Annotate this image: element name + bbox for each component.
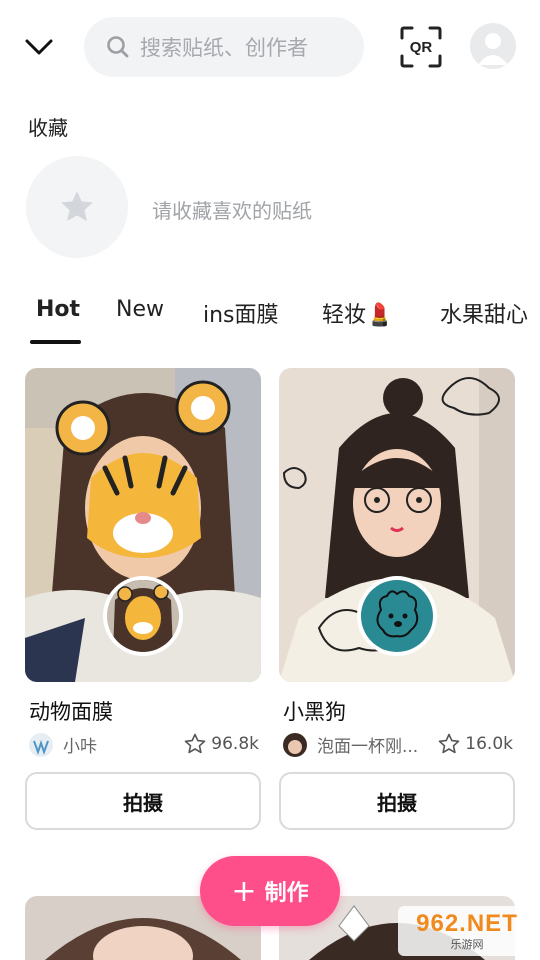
sticker-preview-image[interactable] xyxy=(279,368,515,682)
chevron-down-icon xyxy=(25,39,53,55)
sticker-thumbnail xyxy=(357,576,437,656)
watermark-line2: 乐游网 xyxy=(450,938,484,951)
tab-light-makeup[interactable]: 轻妆💄 xyxy=(322,297,393,329)
tab-fruit-sweet[interactable]: 水果甜心 xyxy=(440,297,528,329)
plus-icon: + xyxy=(231,873,257,909)
author-name: 泡面一杯刚... xyxy=(317,737,419,757)
star-outline-icon xyxy=(184,733,206,754)
default-user-icon xyxy=(478,33,508,65)
tab-hot[interactable]: Hot xyxy=(36,297,80,322)
sticker-name: 小黑狗 xyxy=(283,700,346,724)
qr-scan-button[interactable]: QR xyxy=(400,26,442,68)
search-input[interactable]: 搜索贴纸、创作者 xyxy=(84,17,364,77)
create-button[interactable]: + 制作 xyxy=(200,856,340,926)
author-avatar xyxy=(29,732,53,757)
star-outline-icon xyxy=(438,733,460,754)
favorites-title: 收藏 xyxy=(28,116,68,140)
user-avatar[interactable] xyxy=(470,23,516,69)
sticker-thumbnail xyxy=(103,576,183,656)
favorite-count[interactable]: 96.8k xyxy=(183,732,259,756)
author-info[interactable]: 泡面一杯刚... xyxy=(283,732,418,757)
author-avatar xyxy=(283,732,307,757)
favorites-empty-slot[interactable] xyxy=(26,156,128,258)
favorites-hint: 请收藏喜欢的贴纸 xyxy=(152,199,312,223)
shoot-button[interactable]: 拍摄 xyxy=(279,772,515,830)
search-icon xyxy=(107,36,129,58)
favorite-count-value: 16.0k xyxy=(465,734,513,754)
watermark-line1: 962.NET xyxy=(416,910,518,937)
sticker-preview-image[interactable] xyxy=(25,368,261,682)
author-info[interactable]: 小咔 xyxy=(29,732,97,757)
favorite-count[interactable]: 16.0k xyxy=(437,732,513,756)
tab-new[interactable]: New xyxy=(116,297,164,322)
qr-label: QR xyxy=(409,38,433,56)
author-name: 小咔 xyxy=(63,737,97,757)
top-bar: 搜索贴纸、创作者 QR xyxy=(0,0,540,96)
category-tabs: Hot New ins面膜 轻妆💄 水果甜心 xyxy=(0,294,540,350)
create-button-label: 制作 xyxy=(264,881,309,906)
search-placeholder: 搜索贴纸、创作者 xyxy=(140,36,308,60)
favorite-count-value: 96.8k xyxy=(211,734,259,754)
sticker-name: 动物面膜 xyxy=(29,700,113,724)
star-icon xyxy=(61,191,93,221)
collapse-button[interactable] xyxy=(22,30,56,64)
shoot-button[interactable]: 拍摄 xyxy=(25,772,261,830)
active-tab-indicator xyxy=(30,340,81,344)
tab-ins-mask[interactable]: ins面膜 xyxy=(203,297,279,329)
site-watermark-logo: 962.NET 乐游网 xyxy=(398,906,536,956)
